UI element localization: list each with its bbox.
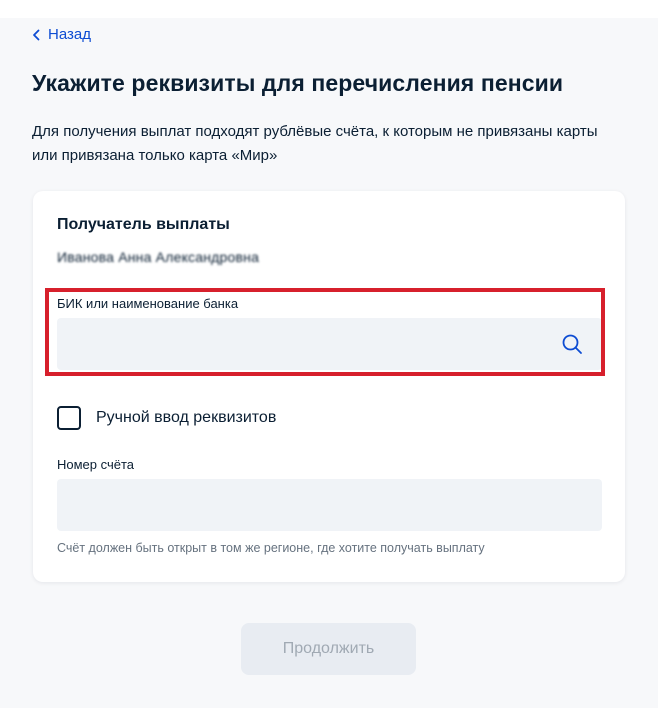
bank-field-label: БИК или наименование банка [57,296,239,311]
page-title: Укажите реквизиты для перечисления пенси… [32,70,564,96]
bank-search-input[interactable] [57,318,602,370]
continue-button[interactable]: Продолжить [241,623,416,675]
recipient-card: Получатель выплаты Иванова Анна Александ… [33,191,625,582]
back-link[interactable]: Назад [32,26,91,43]
back-link-label: Назад [48,26,91,43]
account-number-input[interactable] [57,479,602,531]
manual-entry-checkbox-row[interactable]: Ручной ввод реквизитов [57,406,276,430]
chevron-left-icon [33,29,40,40]
recipient-name: Иванова Анна Александровна [57,249,260,265]
manual-entry-checkbox[interactable] [57,406,81,430]
search-icon[interactable] [561,333,583,355]
account-hint: Счёт должен быть открыт в том же регионе… [57,541,485,555]
account-field-label: Номер счёта [57,457,135,472]
page-description: Для получения выплат подходят рублёвые с… [32,123,598,164]
manual-entry-label: Ручной ввод реквизитов [96,409,277,426]
card-title: Получатель выплаты [57,216,230,233]
top-strip [0,0,658,18]
